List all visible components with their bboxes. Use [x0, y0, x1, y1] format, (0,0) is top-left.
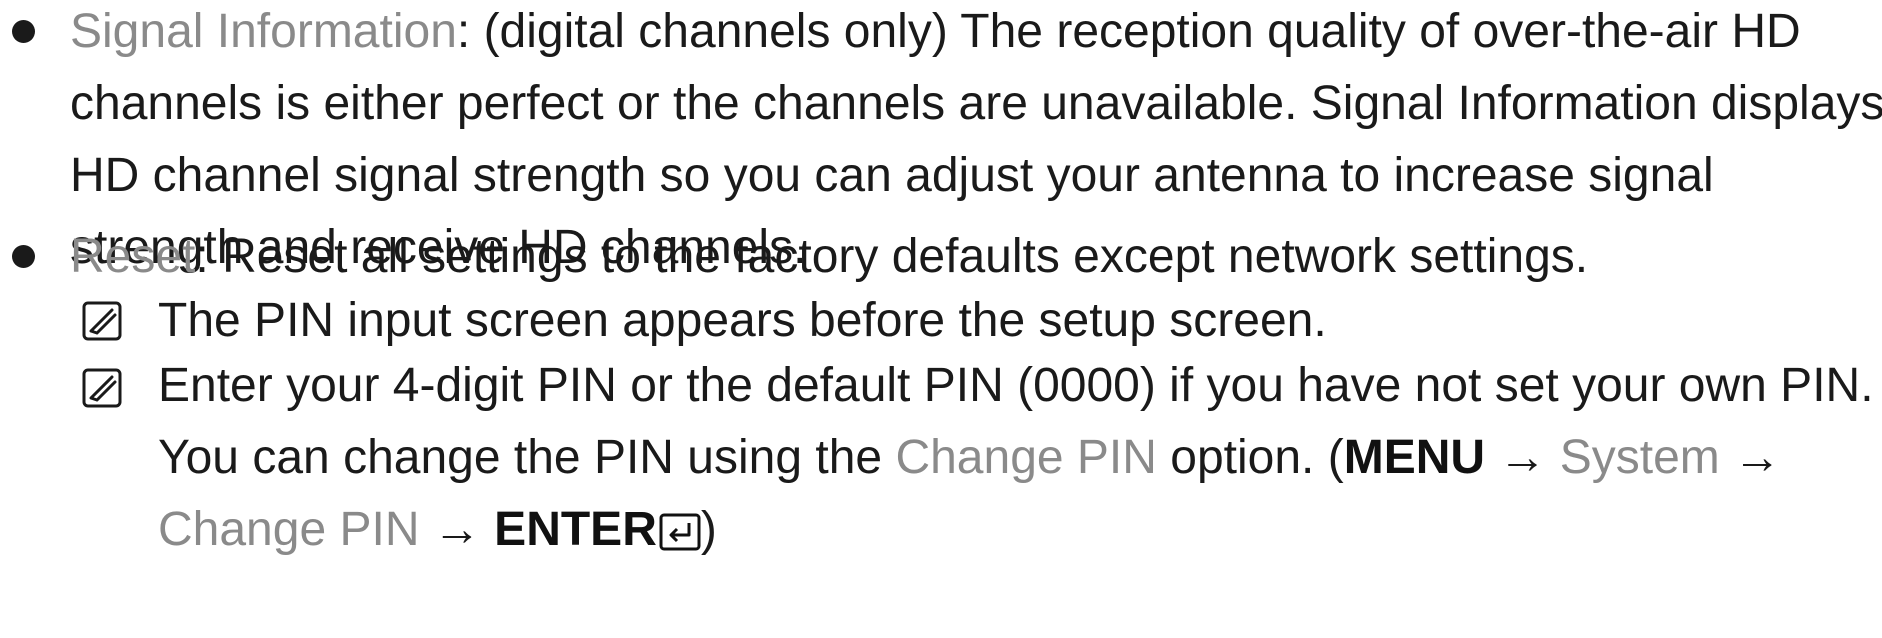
enter-key-icon [659, 513, 701, 551]
menu-key-label: MENU [1343, 431, 1486, 484]
bullet-dot [12, 245, 35, 268]
menu-term: Signal Information [70, 5, 457, 58]
menu-term-change-pin: Change PIN [158, 503, 420, 556]
note-text-part: option. ( [1156, 431, 1344, 484]
arrow: → [1485, 431, 1560, 484]
arrow: → [1719, 431, 1782, 484]
bullet-dot [12, 20, 35, 43]
note-text: Enter your 4-digit PIN or the default PI… [158, 350, 1878, 566]
enter-key-label: ENTER [494, 503, 657, 556]
note-text-part: ) [700, 503, 717, 556]
menu-term-change-pin: Change PIN [895, 431, 1157, 484]
note-icon [82, 368, 122, 408]
bullet-paragraph: Reset: Reset all settings to the factory… [70, 221, 1870, 293]
menu-term-system: System [1559, 431, 1720, 484]
bullet-text: : Reset all settings to the factory defa… [195, 230, 1589, 283]
note-text: The PIN input screen appears before the … [158, 294, 1327, 347]
arrow: → [419, 503, 495, 556]
note-icon [82, 301, 122, 341]
menu-term: Reset [70, 230, 196, 283]
manual-page: Signal Information: (digital channels on… [0, 0, 1882, 638]
